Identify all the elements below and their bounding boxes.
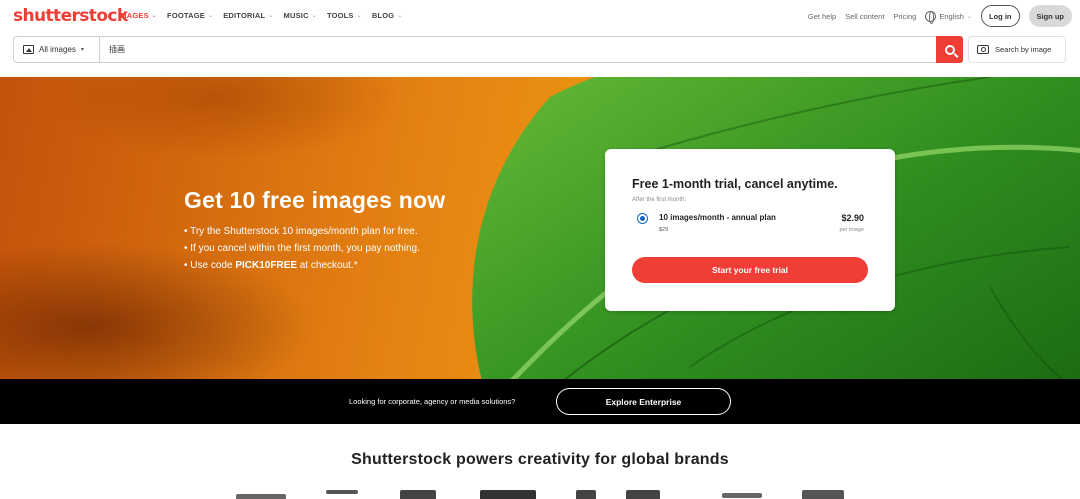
hero-banner: Get 10 free images now • Try the Shutter… — [0, 77, 1080, 379]
brand-logo — [576, 490, 596, 499]
brand-logo — [626, 490, 660, 499]
enterprise-bar: Looking for corporate, agency or media s… — [0, 379, 1080, 424]
chevron-down-icon: ⌄ — [356, 13, 362, 19]
login-button[interactable]: Log in — [981, 5, 1020, 27]
nav-tools-label: TOOLS — [326, 11, 354, 20]
brand-logo — [400, 490, 436, 499]
language-label: English — [939, 11, 964, 21]
chevron-down-icon: ⌄ — [151, 13, 158, 19]
explore-enterprise-button[interactable]: Explore Enterprise — [556, 388, 731, 415]
search-scope-label: All images — [39, 45, 76, 54]
plan-price: $2.90 — [841, 213, 864, 223]
trial-card-title: Free 1-month trial, cancel anytime. — [632, 177, 838, 191]
language-selector[interactable]: English ⌄ — [925, 10, 972, 24]
hero-text: Get 10 free images now • Try the Shutter… — [184, 187, 445, 274]
nav-blog-label: BLOG — [371, 11, 395, 20]
brand-logo — [480, 490, 536, 499]
brand-logo — [802, 490, 844, 499]
nav-footage-label: FOOTAGE — [167, 11, 205, 20]
brand-logos-row — [230, 490, 850, 499]
nav-music[interactable]: MUSIC ⌄ — [284, 11, 317, 20]
pricing-link[interactable]: Pricing — [893, 12, 916, 21]
top-nav: shutterstock IMAGES ⌄ FOOTAGE ⌄ EDITORIAL ⌄… — [0, 0, 1080, 32]
search-bar: All images ▾ — [13, 36, 963, 63]
hero-bullet-1: • Try the Shutterstock 10 images/month p… — [184, 226, 418, 237]
camera-icon — [977, 45, 989, 54]
brand-logo — [326, 490, 358, 494]
hero-bullet-3: • Use code PICK10FREE at checkout.* — [184, 260, 358, 271]
sell-content-link[interactable]: Sell content — [845, 12, 884, 21]
image-icon — [23, 45, 34, 54]
bullet-3-pre: Use code — [190, 260, 236, 271]
nav-blog[interactable]: BLOG ⌄ — [372, 11, 403, 20]
nav-editorial[interactable]: EDITORIAL ⌄ — [223, 11, 273, 20]
chevron-down-icon: ⌄ — [207, 13, 214, 19]
chevron-down-icon: ⌄ — [397, 13, 403, 19]
bullet-3-post: at checkout.* — [297, 260, 358, 271]
nav-music-label: MUSIC — [283, 11, 309, 20]
trial-card: Free 1-month trial, cancel anytime. Afte… — [605, 149, 895, 311]
plan-name: 10 images/month - annual plan — [659, 213, 776, 222]
chevron-down-icon: ⌄ — [966, 13, 972, 20]
search-icon — [944, 44, 955, 55]
nav-images[interactable]: IMAGES ⌄ — [118, 11, 157, 20]
trial-card-subtitle: After the first month: — [632, 197, 687, 203]
get-help-link[interactable]: Get help — [808, 12, 836, 21]
nav-tools[interactable]: TOOLS ⌄ — [327, 11, 362, 20]
chevron-down-icon: ⌄ — [311, 13, 317, 19]
globe-icon — [925, 10, 937, 24]
main-nav: IMAGES ⌄ FOOTAGE ⌄ EDITORIAL ⌄ MUSIC ⌄ TOOLS… — [118, 11, 403, 20]
nav-footage[interactable]: FOOTAGE ⌄ — [167, 11, 213, 20]
brand-logo — [722, 493, 762, 498]
search-scope-dropdown[interactable]: All images ▾ — [14, 37, 100, 62]
signup-button[interactable]: Sign up — [1028, 5, 1072, 27]
bullet-1-text: Try the Shutterstock 10 images/month pla… — [190, 226, 418, 237]
search-by-image-button[interactable]: Search by image — [968, 36, 1066, 63]
search-by-image-label: Search by image — [995, 45, 1052, 54]
hero-bullet-2: • If you cancel within the first month, … — [184, 243, 420, 254]
hero-title: Get 10 free images now — [184, 187, 446, 213]
nav-editorial-label: EDITORIAL — [223, 11, 266, 20]
promo-code: PICK10FREE — [235, 260, 297, 271]
plan-radio[interactable] — [637, 213, 648, 224]
brand-logo — [236, 494, 286, 499]
right-nav: Get help Sell content Pricing English ⌄ … — [808, 5, 1072, 27]
bullet-2-text: If you cancel within the first month, yo… — [190, 243, 420, 254]
shutterstock-logo[interactable]: shutterstock — [13, 6, 128, 26]
nav-images-label: IMAGES — [118, 11, 149, 20]
plan-total: $29 — [659, 227, 669, 233]
search-input[interactable] — [100, 37, 936, 62]
search-button[interactable] — [936, 36, 963, 63]
start-free-trial-button[interactable]: Start your free trial — [632, 257, 868, 283]
chevron-down-icon: ▾ — [80, 47, 84, 53]
enterprise-text: Looking for corporate, agency or media s… — [349, 397, 516, 406]
brands-heading: Shutterstock powers creativity for globa… — [351, 451, 729, 468]
chevron-down-icon: ⌄ — [268, 13, 274, 19]
plan-per-image: per image — [839, 227, 864, 233]
